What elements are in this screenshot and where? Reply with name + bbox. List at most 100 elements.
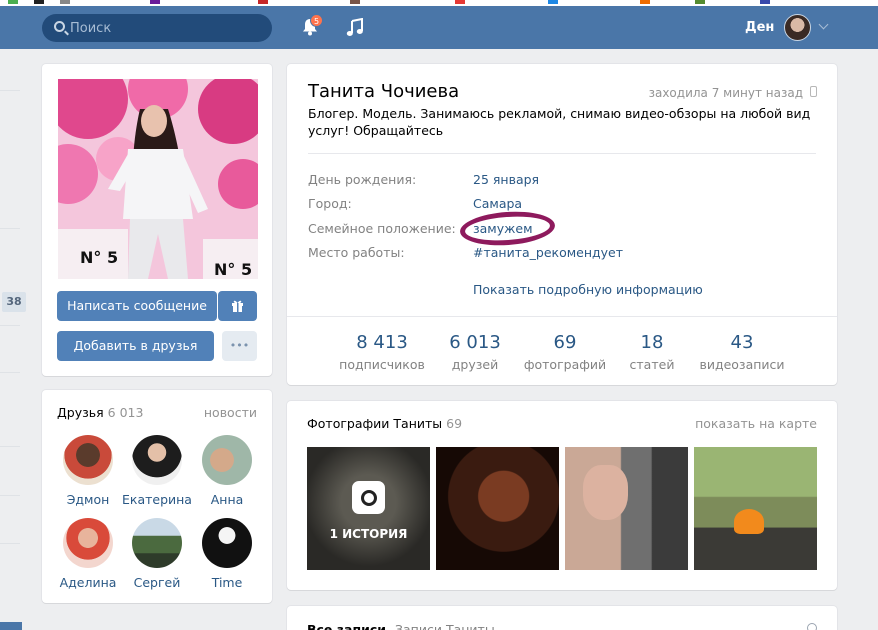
- counter-label: фотографий: [523, 357, 607, 372]
- mobile-icon: [810, 86, 817, 97]
- friend-avatar[interactable]: [202, 518, 252, 568]
- photos-title: Фотографии Таниты: [307, 416, 443, 431]
- sidebar-divider: [0, 372, 20, 373]
- counter-value: 6 013: [449, 332, 501, 353]
- sidebar-divider: [0, 325, 20, 326]
- show-on-map-link[interactable]: показать на карте: [695, 416, 817, 431]
- story-thumbnail[interactable]: 1 ИСТОРИЯ: [307, 447, 430, 570]
- counter-label: подписчиков: [339, 357, 425, 372]
- chevron-down-icon[interactable]: [818, 19, 829, 30]
- bookmark-icon[interactable]: [150, 0, 160, 4]
- photos-count: 69: [446, 416, 463, 431]
- sidebar-divider: [0, 543, 20, 544]
- story-label: 1 ИСТОРИЯ: [329, 527, 408, 541]
- info-value-city[interactable]: Самара: [473, 196, 522, 211]
- info-divider: [308, 153, 816, 154]
- info-label-work: Место работы:: [308, 245, 405, 260]
- bookmark-icon[interactable]: [350, 0, 360, 4]
- tab-all-posts[interactable]: Все записи: [307, 622, 386, 630]
- gift-button[interactable]: [218, 291, 257, 321]
- profile-status: Блогер. Модель. Занимаюсь рекламой, сним…: [308, 106, 811, 138]
- bookmark-icon[interactable]: [258, 0, 268, 4]
- friend-avatar[interactable]: [202, 435, 252, 485]
- bookmark-icon[interactable]: [8, 0, 18, 4]
- counter-videos[interactable]: 43 видеозаписи: [693, 332, 791, 372]
- svg-text:N° 5: N° 5: [80, 248, 118, 267]
- bookmark-icon[interactable]: [34, 0, 44, 4]
- current-user-name[interactable]: Ден: [745, 20, 774, 35]
- bookmark-icon[interactable]: [695, 0, 705, 4]
- counter-value: 8 413: [356, 332, 408, 353]
- tab-own-posts[interactable]: Записи Таниты: [395, 622, 495, 630]
- friends-news-link[interactable]: новости: [204, 405, 257, 420]
- last-seen: заходила 7 минут назад: [648, 86, 803, 100]
- photo-thumbnail[interactable]: [694, 447, 817, 570]
- counter-label: друзей: [451, 357, 499, 372]
- sidebar-counter-badge[interactable]: 38: [2, 292, 26, 312]
- photo-thumbnail[interactable]: [436, 447, 559, 570]
- wall-card: Все записи Записи Таниты: [287, 606, 837, 630]
- more-actions-button[interactable]: •••: [222, 331, 257, 361]
- info-value-work[interactable]: #танита_рекомендует: [473, 245, 623, 260]
- friend-name[interactable]: Екатерина: [117, 492, 197, 507]
- search-icon: [54, 21, 65, 32]
- sidebar-divider: [0, 228, 20, 229]
- bookmark-icon[interactable]: [548, 0, 558, 4]
- bookmark-icon[interactable]: [640, 0, 650, 4]
- bookmark-icon[interactable]: [60, 0, 70, 4]
- counter-followers[interactable]: 8 413 подписчиков: [337, 332, 427, 372]
- photo-detail: [583, 465, 628, 520]
- search-input[interactable]: [70, 14, 265, 42]
- counter-label: статей: [629, 357, 675, 372]
- photo-detail: [734, 509, 764, 534]
- add-friend-button[interactable]: Добавить в друзья: [57, 331, 214, 361]
- sidebar-button[interactable]: [0, 622, 22, 630]
- show-more-info-link[interactable]: Показать подробную информацию: [473, 282, 703, 297]
- current-user-avatar[interactable]: [784, 14, 811, 41]
- sidebar-divider: [0, 90, 20, 91]
- friends-header[interactable]: Друзья 6 013: [57, 405, 143, 420]
- counter-value: 69: [553, 332, 577, 353]
- profile-photo-card: N° 5 N° 5 Написать сообщение Добавить в …: [42, 64, 272, 376]
- friend-name[interactable]: Аделина: [48, 575, 128, 590]
- bookmark-icon[interactable]: [455, 0, 465, 4]
- counters-divider: [287, 316, 837, 317]
- profile-photo-image: N° 5 N° 5: [58, 79, 258, 279]
- info-label-birthday: День рождения:: [308, 172, 417, 187]
- music-icon[interactable]: [346, 18, 364, 38]
- photo-thumbnail[interactable]: [565, 447, 688, 570]
- notifications-badge: 5: [310, 14, 323, 27]
- friend-name[interactable]: Сергей: [117, 575, 197, 590]
- friends-count: 6 013: [107, 405, 144, 420]
- search-box[interactable]: [42, 14, 272, 42]
- counter-value: 43: [730, 332, 754, 353]
- counter-friends[interactable]: 6 013 друзей: [440, 332, 510, 372]
- photos-card: Фотографии Таниты 69 показать на карте 1 …: [287, 401, 837, 590]
- sidebar-divider: [0, 495, 20, 496]
- sidebar-divider: [0, 446, 20, 447]
- friend-avatar[interactable]: [132, 518, 182, 568]
- photos-header[interactable]: Фотографии Таниты 69: [307, 416, 462, 431]
- friend-avatar[interactable]: [132, 435, 182, 485]
- top-header: 5 Ден: [0, 6, 878, 49]
- counter-label: видеозаписи: [699, 357, 785, 372]
- friend-avatar[interactable]: [63, 435, 113, 485]
- profile-info-card: Танита Чочиева заходила 7 минут назад Бл…: [287, 64, 837, 385]
- friends-title: Друзья: [57, 405, 104, 420]
- friend-name[interactable]: Time: [187, 575, 267, 590]
- instagram-icon: [352, 481, 385, 514]
- friend-name[interactable]: Анна: [187, 492, 267, 507]
- info-value-birthday[interactable]: 25 января: [473, 172, 539, 187]
- profile-photo[interactable]: N° 5 N° 5: [58, 79, 258, 279]
- search-icon[interactable]: [807, 623, 817, 630]
- friends-card: Друзья 6 013 новости Эдмон Екатерина Анна…: [42, 390, 272, 603]
- info-label-relationship: Семейное положение:: [308, 221, 456, 236]
- friend-name[interactable]: Эдмон: [48, 492, 128, 507]
- bookmark-icon[interactable]: [760, 0, 770, 4]
- counter-photos[interactable]: 69 фотографий: [523, 332, 607, 372]
- profile-name: Танита Чочиева: [308, 81, 460, 102]
- highlight-circle-annotation: [458, 208, 557, 249]
- send-message-button[interactable]: Написать сообщение: [57, 291, 217, 321]
- counter-articles[interactable]: 18 статей: [624, 332, 680, 372]
- friend-avatar[interactable]: [63, 518, 113, 568]
